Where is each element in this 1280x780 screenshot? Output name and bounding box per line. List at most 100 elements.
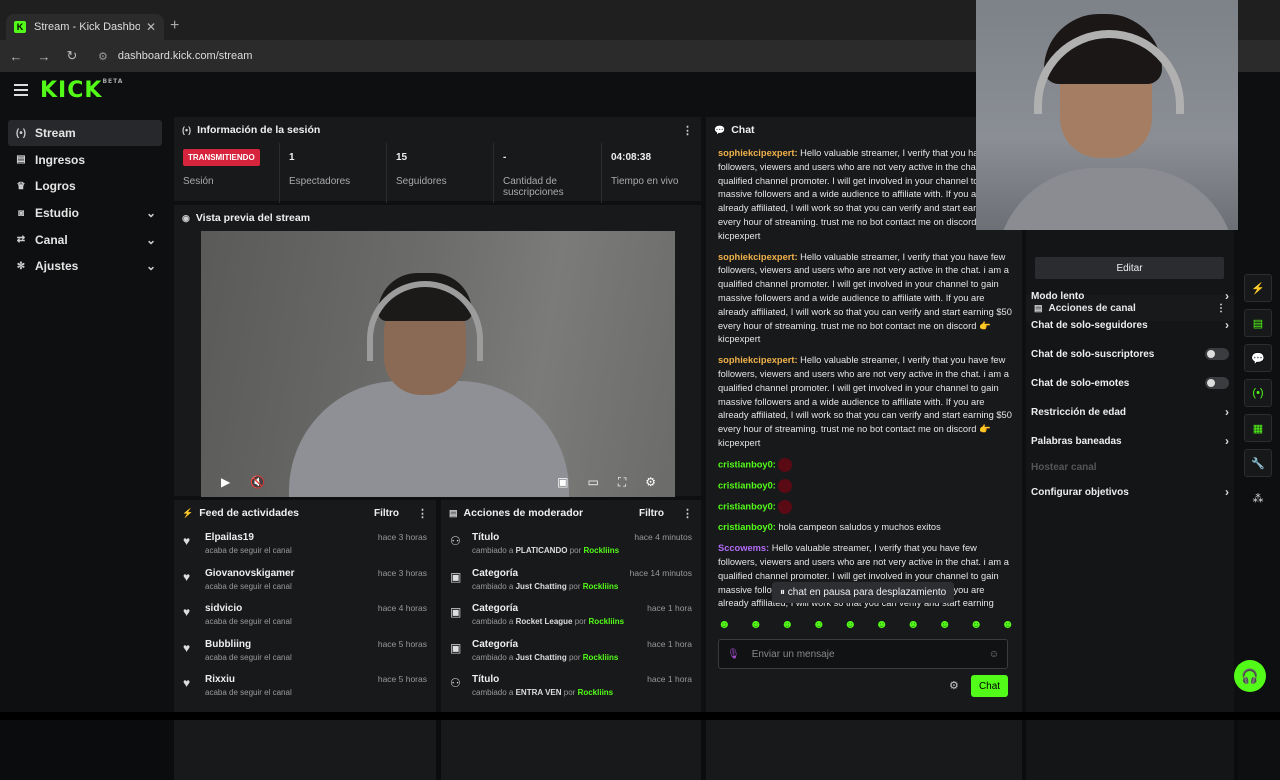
player-settings-icon[interactable]: ⚙: [645, 475, 656, 489]
emote-icon[interactable]: ☻: [938, 617, 951, 631]
chat-input[interactable]: 🎙 Enviar un mensaje ☺: [718, 639, 1008, 669]
mod-filter-button[interactable]: Filtro: [639, 508, 664, 519]
emoji-picker-icon[interactable]: ☺: [989, 649, 999, 660]
mute-icon[interactable]: 🔇: [250, 475, 265, 489]
chevron-down-icon[interactable]: ⌄: [146, 233, 156, 247]
emote-icon[interactable]: ☻: [812, 617, 825, 631]
chat-paused-banner[interactable]: ⏸ chat en pausa para desplazamiento: [772, 582, 955, 603]
play-icon[interactable]: ▶: [221, 475, 230, 489]
chat-rail-icon[interactable]: 💬: [1244, 344, 1272, 372]
sidebar-item-estudio[interactable]: ◙ Estudio ⌄: [8, 200, 162, 226]
toggle-switch[interactable]: [1205, 377, 1229, 389]
kick-logo[interactable]: KICKBETA: [40, 78, 123, 103]
new-tab-button[interactable]: +: [170, 17, 179, 35]
channel-option-label: Palabras baneadas: [1031, 435, 1122, 447]
emote-icon[interactable]: ☻: [1001, 617, 1014, 631]
emote-icon[interactable]: ☻: [781, 617, 794, 631]
mic-icon[interactable]: 🎙: [727, 649, 740, 660]
emote-icon[interactable]: ☻: [875, 617, 888, 631]
mod-item-sub: cambiado a Just Chatting por Rockliins: [472, 581, 619, 591]
emote-icon[interactable]: ☻: [844, 617, 857, 631]
channel-option[interactable]: Modo lento ›: [1031, 286, 1229, 306]
follower-name[interactable]: Rixxiu: [205, 674, 378, 685]
sidebar-item-logros[interactable]: ♛ Logros: [8, 173, 162, 199]
session-status: TRANSMITIENDO Sesión: [174, 143, 280, 203]
chat-username[interactable]: cristianboy0:: [718, 459, 776, 469]
channel-option[interactable]: Palabras baneadas ›: [1031, 431, 1229, 451]
chat-message: cristianboy0: hola campeon saludos y muc…: [718, 521, 1014, 535]
chat-settings-icon[interactable]: ⚙: [949, 679, 959, 692]
feed-filter-button[interactable]: Filtro: [374, 508, 399, 519]
chat-message-text: Hello valuable streamer, I verify that y…: [718, 355, 1012, 448]
emote-icon[interactable]: ☻: [970, 617, 983, 631]
follower-name[interactable]: sidvicio: [205, 603, 378, 614]
sidebar: (•) Stream ▤ Ingresos ♛ Logros ◙ Estudio…: [0, 120, 170, 280]
site-settings-icon[interactable]: ⚙: [98, 50, 108, 63]
tools-rail-icon[interactable]: 🔧: [1244, 449, 1272, 477]
feed-more-icon[interactable]: ⋮: [417, 507, 428, 520]
more-rail-icon[interactable]: ⁂: [1244, 484, 1272, 512]
mod-item: ▣ Categoría cambiado a Rocket League por…: [441, 597, 701, 633]
channel-option[interactable]: Restricción de edad ›: [1031, 402, 1229, 422]
channel-option[interactable]: Chat de solo-suscriptores: [1031, 344, 1229, 364]
chevron-down-icon[interactable]: ⌄: [146, 206, 156, 220]
sidebar-item-ingresos[interactable]: ▤ Ingresos: [8, 147, 162, 173]
activity-feed-panel: ⚡ Feed de actividades Filtro ⋮ ♥ Elpaila…: [174, 500, 436, 780]
toggle-switch[interactable]: [1205, 348, 1229, 360]
more-options-icon[interactable]: ⋮: [682, 124, 693, 137]
sidebar-item-ajustes[interactable]: ✻ Ajustes ⌄: [8, 253, 162, 279]
fullscreen-icon[interactable]: ⛶: [618, 475, 626, 490]
subs-stat: - Cantidad de suscripciones: [494, 143, 602, 203]
close-tab-icon[interactable]: ✕: [146, 20, 156, 34]
video-player[interactable]: ▶ 🔇 ▣ ▭ ⛶ ⚙: [201, 231, 675, 497]
chat-username[interactable]: Sccowems:: [718, 543, 769, 553]
preview-title: Vista previa del stream: [195, 212, 311, 224]
chat-message: cristianboy0:: [718, 500, 1014, 515]
emote-icon[interactable]: ☻: [749, 617, 762, 631]
chat-username[interactable]: cristianboy0:: [718, 480, 776, 490]
chat-panel: 💬 Chat sophiekcipexpert: Hello valuable …: [706, 117, 1022, 780]
chat-username[interactable]: cristianboy0:: [718, 502, 776, 512]
sidebar-item-stream[interactable]: (•) Stream: [8, 120, 162, 146]
chevron-right-icon: ›: [1225, 485, 1229, 499]
mod-item-name: Categoría: [472, 567, 519, 579]
broadcast-rail-icon[interactable]: (•): [1244, 379, 1272, 407]
emote-icon[interactable]: ☻: [718, 617, 731, 631]
notes-rail-icon[interactable]: ▤: [1244, 309, 1272, 337]
broadcast-icon: (•): [15, 127, 27, 139]
channel-option[interactable]: Chat de solo-seguidores ›: [1031, 315, 1229, 335]
emote-image: [778, 457, 793, 472]
channel-option[interactable]: Configurar objetivos ›: [1031, 482, 1229, 502]
channel-option[interactable]: Chat de solo-emotes: [1031, 373, 1229, 393]
mod-actions-panel: ▤ Acciones de moderador Filtro ⋮ ⚇ Títul…: [441, 500, 701, 780]
sidebar-item-label: Logros: [35, 179, 76, 194]
reload-icon[interactable]: ↻: [60, 48, 84, 64]
chat-username[interactable]: sophiekcipexpert:: [718, 252, 798, 262]
chat-username[interactable]: sophiekcipexpert:: [718, 148, 798, 158]
follower-name[interactable]: Giovanovskigamer: [205, 568, 378, 579]
chat-message: sophiekcipexpert: Hello valuable streame…: [718, 354, 1014, 451]
chat-username[interactable]: cristianboy0:: [718, 522, 776, 532]
channel-option-label: Modo lento: [1031, 290, 1085, 302]
layout-rail-icon[interactable]: ▦: [1244, 414, 1272, 442]
back-icon[interactable]: ←: [4, 49, 28, 64]
support-chat-icon[interactable]: 🎧: [1234, 660, 1266, 692]
chat-username[interactable]: sophiekcipexpert:: [718, 355, 798, 365]
follower-name[interactable]: Bubbliing: [205, 639, 378, 650]
chevron-down-icon[interactable]: ⌄: [146, 259, 156, 273]
chat-message-text: Hello valuable streamer, I verify that y…: [718, 251, 1012, 345]
channel-icon: ⇄: [16, 234, 26, 246]
menu-icon[interactable]: [14, 84, 28, 99]
miniplayer-icon[interactable]: ▣: [557, 475, 568, 489]
emote-icon[interactable]: ☻: [907, 617, 920, 631]
browser-tab[interactable]: K Stream - Kick Dashboard ✕: [6, 14, 164, 40]
theater-icon[interactable]: ▭: [587, 475, 598, 489]
mod-more-icon[interactable]: ⋮: [682, 507, 693, 520]
chat-send-button[interactable]: Chat: [971, 675, 1008, 697]
address-bar[interactable]: ⚙ dashboard.kick.com/stream: [98, 50, 252, 63]
sidebar-item-canal[interactable]: ⇄ Canal ⌄: [8, 227, 162, 253]
forward-icon[interactable]: →: [32, 49, 56, 64]
lightning-rail-icon[interactable]: ⚡: [1244, 274, 1272, 302]
edit-button[interactable]: Editar: [1035, 257, 1224, 279]
follower-name[interactable]: Elpailas19: [205, 532, 378, 543]
